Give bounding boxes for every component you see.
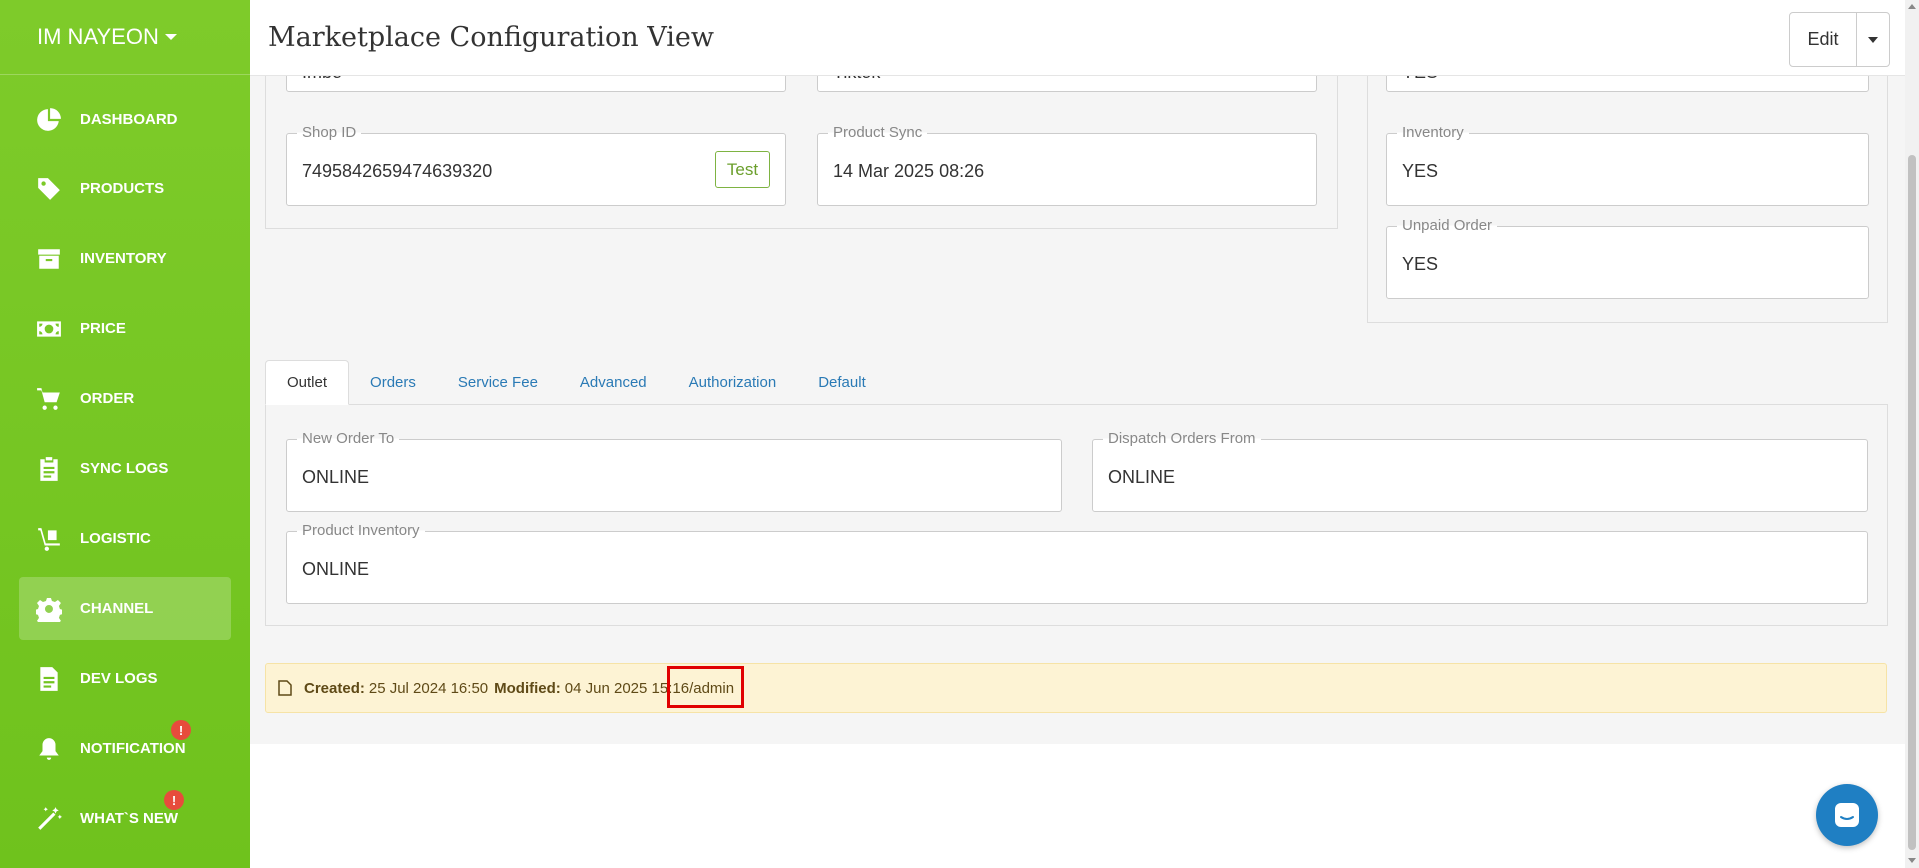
new-order-to-value: ONLINE [302, 467, 370, 487]
dolly-icon [35, 525, 63, 553]
edit-dropdown-toggle[interactable] [1857, 13, 1889, 66]
tag-icon [35, 175, 63, 203]
tab-bar: Outlet Orders Service Fee Advanced Autho… [265, 360, 887, 405]
sidebar-item-label: DASHBOARD [80, 111, 178, 128]
sidebar-item-whats-new[interactable]: WHAT`S NEW [19, 787, 231, 850]
shop-id-value: 7495842659474639320 [302, 161, 493, 181]
sidebar-item-label: SYNC LOGS [80, 460, 169, 477]
clipboard-icon [35, 455, 63, 483]
pie-chart-icon [35, 106, 63, 134]
scroll-up-arrow-icon[interactable] [1908, 4, 1916, 9]
file-icon [278, 680, 292, 696]
dispatch-orders-from-field: Dispatch Orders From ONLINE [1092, 430, 1868, 512]
sidebar-item-dev-logs[interactable]: DEV LOGS [19, 647, 231, 710]
sidebar-item-inventory[interactable]: INVENTORY [19, 227, 231, 290]
tab-service-fee[interactable]: Service Fee [437, 360, 559, 405]
tab-orders[interactable]: Orders [349, 360, 437, 405]
page-title: Marketplace Configuration View [268, 22, 714, 53]
highlight-box [667, 666, 744, 708]
gear-icon [35, 595, 63, 623]
whats-new-badge: ! [164, 790, 184, 810]
general-panel: Imbe Tiktok Shop ID 7495842659474639320 … [265, 56, 1338, 229]
inventory-field: Inventory YES [1386, 124, 1869, 206]
dispatch-orders-from-label: Dispatch Orders From [1103, 430, 1261, 447]
sidebar-item-label: NOTIFICATION [80, 740, 186, 757]
product-sync-value: 14 Mar 2025 08:26 [833, 161, 985, 181]
main-content: Imbe Tiktok Shop ID 7495842659474639320 … [250, 56, 1905, 744]
unpaid-order-value: YES [1402, 254, 1439, 274]
unpaid-order-field: Unpaid Order YES [1386, 217, 1869, 299]
bell-icon [35, 735, 63, 763]
sidebar-item-notification[interactable]: NOTIFICATION [19, 717, 231, 780]
sidebar-item-label: PRODUCTS [80, 180, 165, 197]
product-inventory-value: ONLINE [302, 559, 370, 579]
shop-id-label: Shop ID [297, 124, 362, 141]
created-label: Created: [304, 679, 365, 697]
archive-icon [35, 245, 63, 273]
new-order-to-field: New Order To ONLINE [286, 430, 1062, 512]
outlet-tab-panel: New Order To ONLINE Dispatch Orders From… [265, 404, 1888, 626]
modified-label: Modified: [494, 679, 561, 697]
inventory-value: YES [1402, 161, 1439, 181]
product-sync-label: Product Sync [828, 124, 928, 141]
sidebar-item-label: DEV LOGS [80, 670, 158, 687]
sidebar-item-sync-logs[interactable]: SYNC LOGS [19, 437, 231, 500]
sidebar-item-label: CHANNEL [80, 600, 154, 617]
page-scrollbar[interactable] [1905, 0, 1919, 868]
edit-button-group: Edit [1789, 12, 1890, 67]
caret-down-icon [1868, 36, 1878, 43]
notification-badge: ! [171, 720, 191, 740]
product-sync-field: Product Sync 14 Mar 2025 08:26 [817, 124, 1317, 206]
tab-advanced[interactable]: Advanced [559, 360, 668, 405]
audit-info-bar: Created: 25 Jul 2024 16:50 Modified: 04 … [265, 663, 1887, 713]
unpaid-order-label: Unpaid Order [1397, 217, 1498, 234]
tab-outlet[interactable]: Outlet [265, 360, 350, 405]
dispatch-orders-from-value: ONLINE [1108, 467, 1176, 487]
sidebar-item-label: LOGISTIC [80, 530, 151, 547]
magic-wand-icon [35, 805, 63, 833]
sidebar-item-label: ORDER [80, 390, 135, 407]
sidebar-item-products[interactable]: PRODUCTS [19, 157, 231, 220]
sidebar-item-dashboard[interactable]: DASHBOARD [19, 88, 231, 151]
sidebar-item-label: PRICE [80, 320, 126, 337]
tab-default[interactable]: Default [797, 360, 887, 405]
sidebar: IM NAYEON DASHBOARD PRODUCTS INVENTORY P… [0, 0, 250, 868]
caret-down-icon [164, 34, 177, 40]
sidebar-item-label: WHAT`S NEW [80, 810, 179, 827]
money-icon [35, 315, 63, 343]
account-name: IM NAYEON [37, 24, 159, 49]
created-value: 25 Jul 2024 16:50 [368, 679, 489, 697]
inventory-label: Inventory [1397, 124, 1469, 141]
new-order-to-label: New Order To [297, 430, 400, 447]
sync-settings-panel: YES Inventory YES Unpaid Order YES [1367, 56, 1888, 323]
product-inventory-label: Product Inventory [297, 522, 425, 539]
sidebar-item-order[interactable]: ORDER [19, 367, 231, 430]
sidebar-item-logistic[interactable]: LOGISTIC [19, 507, 231, 570]
chat-launcher-button[interactable] [1816, 784, 1878, 846]
file-icon [35, 665, 63, 693]
test-button[interactable]: Test [715, 151, 770, 188]
account-switcher[interactable]: IM NAYEON [0, 0, 250, 75]
shop-id-field: Shop ID 7495842659474639320 Test [286, 124, 786, 206]
scroll-down-arrow-icon[interactable] [1908, 858, 1916, 863]
header: Marketplace Configuration View Edit [250, 0, 1905, 76]
sidebar-item-price[interactable]: PRICE [19, 297, 231, 360]
sidebar-item-channel[interactable]: CHANNEL [19, 577, 231, 640]
tab-authorization[interactable]: Authorization [668, 360, 798, 405]
product-inventory-field: Product Inventory ONLINE [286, 522, 1868, 604]
chat-icon [1835, 803, 1859, 827]
scrollbar-thumb[interactable] [1908, 155, 1916, 850]
edit-button[interactable]: Edit [1790, 13, 1857, 66]
sidebar-item-label: INVENTORY [80, 250, 167, 267]
cart-icon [35, 385, 63, 413]
